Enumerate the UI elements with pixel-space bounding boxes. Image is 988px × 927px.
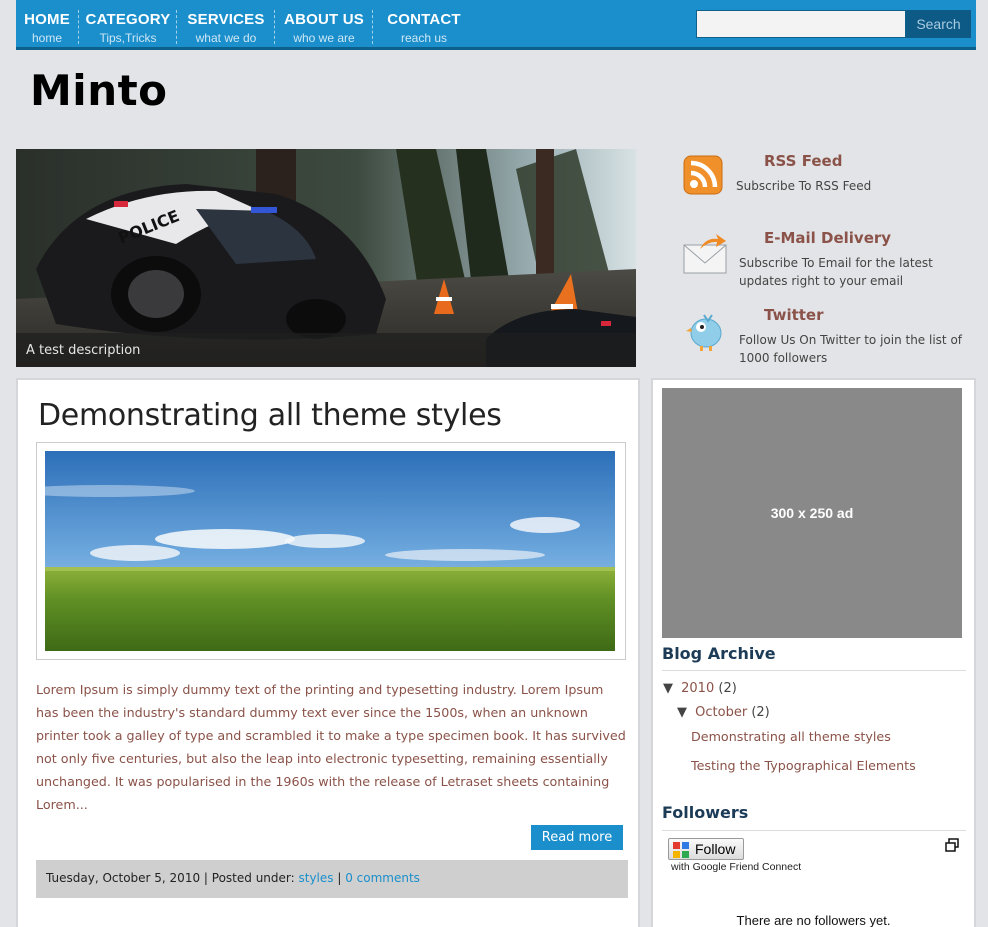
nav-divider [274,10,275,44]
site-title[interactable]: Minto [30,66,168,115]
follow-button-label: Follow [695,841,736,857]
post-card: Demonstrating all theme styles Lorem Ips… [15,378,640,927]
search-button[interactable]: Search [906,10,971,38]
nav-contact-sub: reach us [400,31,448,45]
archive-month-count: (2) [751,705,770,720]
nav-divider [372,10,373,44]
email-delivery-widget[interactable]: E-Mail Delivery Subscribe To Email for t… [680,229,980,294]
twitter-bird-icon[interactable] [686,309,726,353]
nav-home-label: HOME [24,11,70,28]
archive-post-link[interactable]: Demonstrating all theme styles [691,729,891,744]
rss-feed-title[interactable]: RSS Feed [764,152,842,170]
archive-month-row[interactable]: ▼ October (2) [677,705,770,720]
archive-year-link[interactable]: 2010 [681,681,714,696]
triangle-down-icon[interactable]: ▼ [677,705,687,720]
post-date: Tuesday, October 5, 2010 [46,871,201,885]
expand-window-icon[interactable] [945,838,959,852]
nav-home[interactable]: HOME home [16,0,78,47]
nav-services-sub: what we do [195,31,257,45]
nav-divider [78,10,79,44]
twitter-title[interactable]: Twitter [764,306,824,324]
post-meta-bar: Tuesday, October 5, 2010 | Posted under:… [36,860,628,898]
sidebar: 300 x 250 ad Blog Archive ▼ 2010 (2) ▼ O… [651,378,976,927]
nav-services[interactable]: SERVICES what we do [178,0,274,47]
post-image[interactable] [15,451,615,651]
nav-category-label: CATEGORY [85,11,171,28]
nav-contact[interactable]: CONTACT reach us [374,0,474,47]
post-image-frame [15,442,626,660]
email-delivery-title[interactable]: E-Mail Delivery [764,229,891,247]
gfc-caption: with Google Friend Connect [671,861,802,873]
triangle-down-icon[interactable]: ▼ [663,681,673,696]
post-comments-link[interactable]: 0 comments [345,871,420,885]
no-followers-text: There are no followers yet. [736,913,891,927]
google-friend-connect-icon [673,842,689,858]
archive-post-link[interactable]: Testing the Typographical Elements [691,758,916,773]
rss-feed-widget[interactable]: RSS Feed Subscribe To RSS Feed [680,152,980,212]
follow-button[interactable]: Follow [668,838,744,860]
post-meta-separator: | [333,871,346,885]
post-category-link[interactable]: styles [298,871,333,885]
followers-title: Followers [662,803,749,822]
read-more-button[interactable]: Read more [531,825,623,850]
post-excerpt: Lorem Ipsum is simply dummy text of the … [36,682,626,812]
nav-about-us-sub: who we are [293,31,355,45]
nav-home-sub: home [31,31,63,45]
top-nav: HOME home CATEGORY Tips,Tricks SERVICES … [16,0,976,50]
rss-icon[interactable] [683,155,723,195]
ad-placeholder[interactable]: 300 x 250 ad [662,388,962,638]
nav-contact-label: CONTACT [387,11,461,28]
featured-slider[interactable]: POLICE A test description [16,149,636,367]
rss-feed-desc: Subscribe To RSS Feed [736,179,872,193]
post-meta-separator: | Posted under: [200,871,299,885]
nav-about-us-label: ABOUT US [284,11,364,28]
archive-year-count: (2) [718,681,737,696]
email-delivery-desc: Subscribe To Email for the latest update… [739,256,933,288]
slider-caption: A test description [16,333,636,367]
nav-category-sub: Tips,Tricks [99,31,157,45]
archive-month-link[interactable]: October [695,705,747,720]
archive-year-row[interactable]: ▼ 2010 (2) [663,681,737,696]
blog-archive-title: Blog Archive [662,644,776,663]
widget-divider [662,670,966,671]
twitter-desc: Follow Us On Twitter to join the list of… [739,333,963,365]
widget-divider [662,830,966,831]
email-icon[interactable] [682,231,730,275]
post-title[interactable]: Demonstrating all theme styles [38,398,502,433]
search-input[interactable] [696,10,906,38]
nav-about-us[interactable]: ABOUT US who we are [276,0,372,47]
twitter-widget[interactable]: Twitter Follow Us On Twitter to join the… [680,306,980,371]
nav-services-label: SERVICES [187,11,265,28]
nav-divider [176,10,177,44]
nav-category[interactable]: CATEGORY Tips,Tricks [80,0,176,47]
